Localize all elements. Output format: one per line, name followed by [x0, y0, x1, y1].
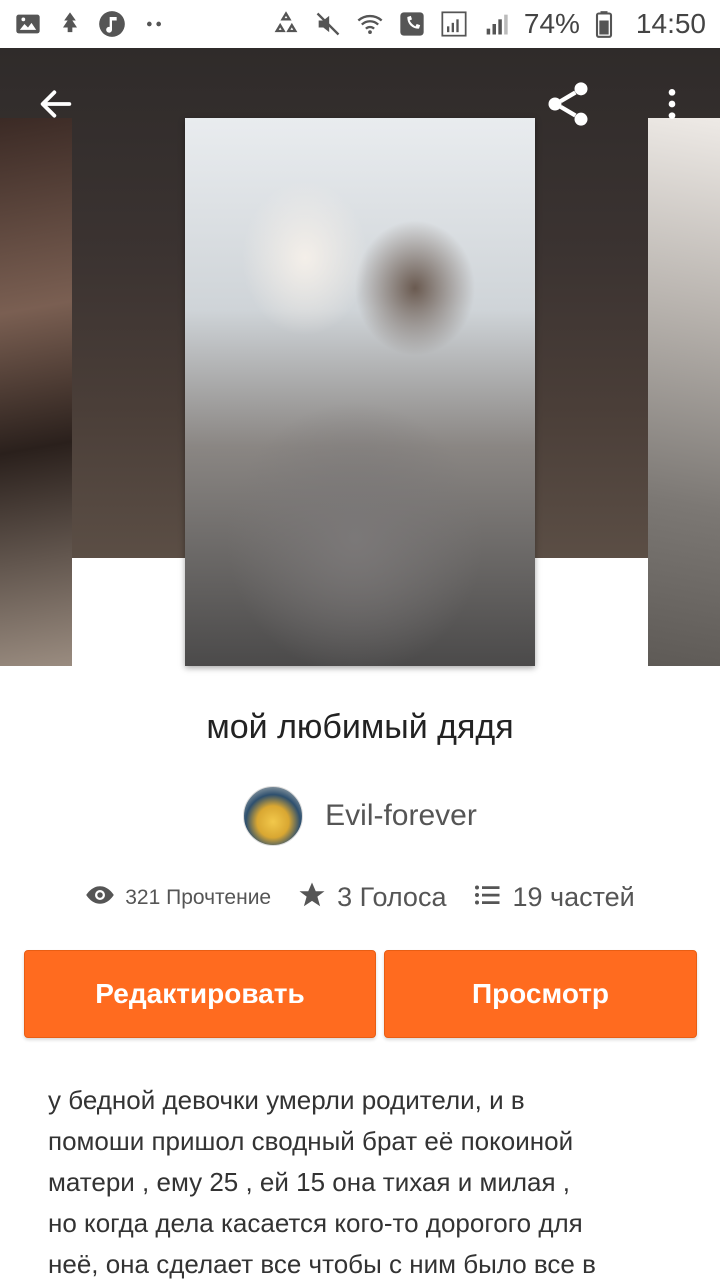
tree-icon	[56, 10, 84, 38]
story-stats: 321 Прочтение 3 Голоса 19 частей	[0, 880, 720, 915]
author-avatar[interactable]	[243, 786, 304, 846]
votes-count: 3 Голоса	[337, 882, 447, 912]
more-vertical-icon	[652, 84, 692, 129]
description-line: неё, она сделает все чтобы с ним было вс…	[48, 1249, 596, 1279]
arrow-left-icon	[36, 84, 76, 129]
reads-count: 321 Прочтение	[125, 885, 272, 909]
signal-icon	[482, 10, 510, 38]
status-right: 74% 14:50	[272, 8, 706, 40]
edit-button[interactable]: Редактировать	[24, 950, 376, 1038]
phone-icon	[398, 10, 426, 38]
story-description: у бедной девочки умерли родители, и в по…	[48, 1080, 668, 1285]
parts-stat: 19 частей	[472, 880, 635, 915]
wifi-icon	[356, 10, 384, 38]
status-left	[14, 10, 168, 38]
description-line: но когда дела касается кого-то дорогого …	[48, 1208, 583, 1238]
description-line: матери , ему 25 , ей 15 она тихая и мила…	[48, 1167, 570, 1197]
preview-button[interactable]: Просмотр	[384, 950, 697, 1038]
clock: 14:50	[635, 8, 706, 39]
author-row[interactable]: Evil-forever	[0, 786, 720, 846]
eye-icon	[85, 880, 115, 915]
author-name[interactable]: Evil-forever	[325, 799, 477, 833]
share-icon	[542, 78, 594, 135]
recycle-icon	[272, 10, 300, 38]
parts-count: 19 частей	[512, 882, 635, 912]
image-icon	[14, 10, 42, 38]
story-cover-image[interactable]	[185, 118, 535, 666]
story-title: мой любимый дядя	[206, 708, 514, 746]
votes-stat: 3 Голоса	[297, 880, 446, 915]
reads-stat: 321 Прочтение	[85, 880, 271, 915]
share-button[interactable]	[540, 78, 596, 134]
status-bar: 74% 14:50	[0, 0, 720, 48]
list-icon	[472, 880, 502, 915]
back-button[interactable]	[28, 78, 84, 134]
battery-icon	[594, 10, 622, 38]
description-line: у бедной девочки умерли родители, и в	[48, 1085, 525, 1115]
star-icon	[297, 880, 327, 915]
music-icon	[98, 10, 126, 38]
battery-percent: 74%	[523, 8, 580, 39]
next-cover-image[interactable]	[648, 118, 720, 666]
dots-icon	[140, 10, 168, 38]
more-options-button[interactable]	[644, 78, 700, 134]
signal-icon	[440, 10, 468, 38]
description-line: помоши пришол сводный брат её покоиной	[48, 1126, 574, 1156]
mute-icon	[314, 10, 342, 38]
prev-cover-image[interactable]	[0, 118, 72, 666]
